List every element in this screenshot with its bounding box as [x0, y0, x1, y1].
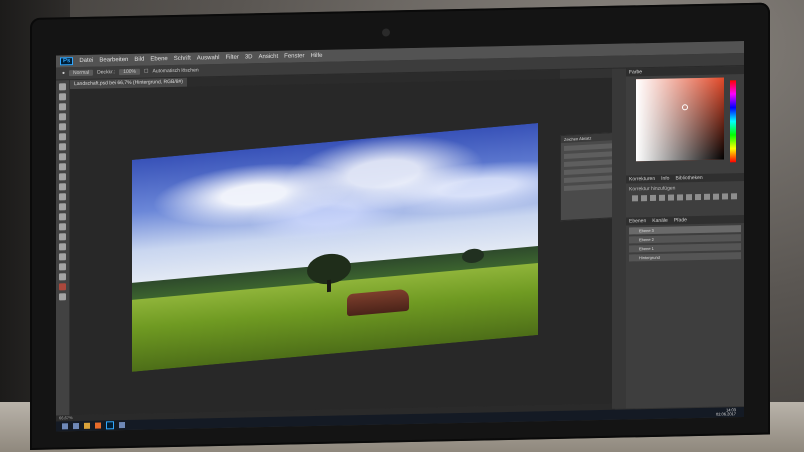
collapsed-panel-strip	[612, 68, 626, 409]
clock-date: 02.06.2017	[715, 411, 736, 417]
levels-icon[interactable]	[641, 195, 647, 202]
canvas-area[interactable]: Zeichen Absatz	[70, 77, 636, 416]
tab-farbe[interactable]: Farbe	[629, 69, 642, 75]
bw-icon[interactable]	[695, 193, 701, 201]
color-field[interactable]	[636, 77, 724, 162]
adjustment-icons	[626, 193, 744, 202]
opacity-field[interactable]: 100%	[119, 68, 141, 76]
brush-preset-icon[interactable]: ●	[62, 70, 65, 76]
invert-icon[interactable]	[722, 193, 728, 200]
layer-row[interactable]: Ebene 1	[629, 243, 741, 253]
vibrance-icon[interactable]	[668, 194, 674, 201]
app-icon[interactable]	[119, 422, 125, 429]
layer-row[interactable]: Ebene 2	[629, 234, 741, 244]
landscape-photo[interactable]	[132, 122, 538, 372]
lasso-tool-icon[interactable]	[59, 103, 66, 111]
menu-bild[interactable]: Bild	[134, 57, 144, 63]
menu-fenster[interactable]: Fenster	[284, 53, 304, 59]
marquee-tool-icon[interactable]	[59, 93, 66, 101]
explorer-icon[interactable]	[73, 422, 79, 430]
menu-ansicht[interactable]: Ansicht	[258, 54, 278, 60]
layer-row[interactable]: Ebene 3	[629, 225, 741, 235]
brightness-icon[interactable]	[632, 195, 638, 202]
tab-zeichen[interactable]: Zeichen	[564, 136, 578, 142]
dodge-tool-icon[interactable]	[59, 213, 66, 221]
path-select-tool-icon[interactable]	[59, 243, 66, 251]
menu-filter[interactable]: Filter	[225, 55, 238, 61]
color-picker-cursor[interactable]	[682, 104, 688, 111]
history-brush-tool-icon[interactable]	[59, 173, 66, 181]
tab-info[interactable]: Info	[661, 176, 669, 182]
photoshop-logo: Ps	[60, 57, 74, 66]
laptop-bezel: Ps Datei Bearbeiten Bild Ebene Schrift A…	[30, 2, 770, 451]
system-clock[interactable]: 14:03 02.06.2017	[715, 407, 736, 417]
channel-mixer-icon[interactable]	[713, 193, 719, 200]
brush-tool-icon[interactable]	[59, 153, 66, 161]
right-panel-dock: Farbe Korrekturen Info Bibliotheken Korr…	[626, 66, 744, 409]
quick-mask-icon[interactable]	[59, 293, 66, 301]
menu-datei[interactable]: Datei	[79, 58, 93, 64]
eyedropper-tool-icon[interactable]	[59, 133, 66, 141]
gradient-tool-icon[interactable]	[59, 193, 66, 201]
auto-erase-checkbox[interactable]: ☐	[144, 69, 148, 75]
menu-bearbeiten[interactable]: Bearbeiten	[99, 57, 128, 64]
move-tool-icon[interactable]	[59, 83, 66, 91]
layer-row[interactable]: Hintergrund	[629, 252, 741, 262]
opacity-label: Deckkr.:	[97, 69, 116, 76]
gradient-map-icon[interactable]	[731, 193, 737, 200]
auto-erase-label: Automatisch löschen	[152, 67, 199, 75]
tools-panel	[56, 80, 69, 421]
tab-ebenen[interactable]: Ebenen	[629, 218, 646, 224]
tab-korrekturen[interactable]: Korrekturen	[629, 176, 655, 183]
shape-tool-icon[interactable]	[59, 253, 66, 261]
mode-select[interactable]: Normal	[69, 69, 94, 77]
layers-tabs: Ebenen Kanäle Pfade	[626, 215, 744, 226]
foreground-color-swatch[interactable]	[59, 283, 66, 291]
photo-filter-icon[interactable]	[704, 193, 710, 200]
exposure-icon[interactable]	[659, 194, 665, 201]
tab-absatz[interactable]: Absatz	[579, 135, 591, 141]
tab-pfade[interactable]: Pfade	[674, 217, 687, 223]
menu-3d[interactable]: 3D	[245, 54, 253, 60]
pen-tool-icon[interactable]	[59, 223, 66, 231]
hue-sat-icon[interactable]	[677, 194, 683, 201]
color-picker	[626, 77, 744, 169]
laptop-screen: Ps Datei Bearbeiten Bild Ebene Schrift A…	[56, 41, 744, 432]
menu-ebene[interactable]: Ebene	[150, 56, 167, 62]
hue-slider[interactable]	[730, 80, 736, 163]
tab-kanaele[interactable]: Kanäle	[652, 218, 668, 224]
tab-bibliotheken[interactable]: Bibliotheken	[675, 175, 702, 182]
webcam	[382, 28, 390, 37]
blur-tool-icon[interactable]	[59, 203, 66, 211]
curves-icon[interactable]	[650, 194, 656, 202]
zoom-tool-icon[interactable]	[59, 273, 66, 281]
chrome-icon[interactable]	[84, 422, 90, 429]
hand-tool-icon[interactable]	[59, 263, 66, 271]
healing-tool-icon[interactable]	[59, 143, 66, 151]
tree-trunk	[327, 279, 331, 293]
eraser-tool-icon[interactable]	[59, 183, 66, 191]
start-icon[interactable]	[62, 423, 68, 430]
menu-hilfe[interactable]: Hilfe	[311, 53, 323, 59]
color-balance-icon[interactable]	[686, 194, 692, 201]
quick-select-tool-icon[interactable]	[59, 113, 66, 121]
photoshop-taskbar-icon[interactable]	[106, 421, 114, 430]
color-panel-header: Farbe	[626, 66, 744, 77]
menu-schrift[interactable]: Schrift	[174, 56, 191, 62]
crop-tool-icon[interactable]	[59, 123, 66, 131]
stamp-tool-icon[interactable]	[59, 163, 66, 171]
firefox-icon[interactable]	[95, 422, 101, 429]
zoom-readout[interactable]: 66,67%	[59, 415, 73, 420]
menu-auswahl[interactable]: Auswahl	[197, 55, 220, 61]
type-tool-icon[interactable]	[59, 233, 66, 241]
